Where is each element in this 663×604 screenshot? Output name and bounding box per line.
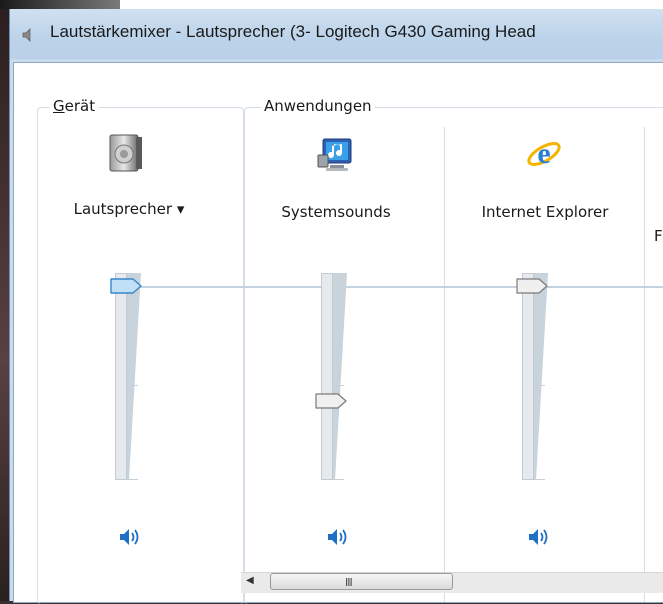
- internet-explorer-icon: e: [527, 137, 561, 170]
- partial-app-label: F: [654, 227, 663, 245]
- scroll-left-arrow-icon[interactable]: ◀: [246, 575, 254, 586]
- applications-group-label: Anwendungen: [261, 97, 375, 115]
- systemsounds-volume-thumb[interactable]: [314, 392, 348, 410]
- window-title: Lautstärkemixer - Lautsprecher (3- Logit…: [50, 22, 536, 41]
- device-name: Lautsprecher: [73, 200, 173, 218]
- device-group-label: Gerät: [50, 97, 99, 115]
- slider-tick: [334, 385, 344, 386]
- slider-tick: [334, 479, 344, 480]
- desktop-edge: [0, 0, 9, 601]
- volume-wedge: [534, 273, 548, 480]
- device-label-rest: erät: [64, 97, 96, 115]
- volume-mixer-window: Lautstärkemixer - Lautsprecher (3- Logit…: [9, 9, 663, 604]
- scrollbar-thumb[interactable]: [270, 573, 453, 590]
- slider-track: [522, 273, 534, 480]
- applications-group-box: [244, 107, 663, 604]
- slider-tick: [128, 385, 138, 386]
- column-divider: [644, 127, 645, 602]
- mixer-client-area: Gerät Anwendungen Lautsprecher ▾ Systems…: [13, 62, 663, 604]
- device-volume-thumb[interactable]: [109, 277, 143, 295]
- master-volume-line: [132, 286, 663, 288]
- internet-explorer-volume-thumb[interactable]: [515, 277, 549, 295]
- app-name-systemsounds: Systemsounds: [281, 203, 391, 221]
- device-volume-slider[interactable]: [110, 273, 158, 483]
- device-label-accesskey: G: [53, 97, 65, 115]
- volume-wedge: [127, 273, 141, 480]
- internet-explorer-volume-slider[interactable]: [516, 273, 565, 483]
- volume-wedge: [333, 273, 347, 480]
- systemsounds-mute-button[interactable]: [326, 527, 348, 547]
- title-bar[interactable]: Lautstärkemixer - Lautsprecher (3- Logit…: [10, 9, 663, 59]
- internet-explorer-mute-button[interactable]: [527, 527, 549, 547]
- system-sounds-icon: [317, 138, 352, 171]
- app-name-internet-explorer: Internet Explorer: [481, 203, 609, 221]
- slider-tick: [535, 385, 545, 386]
- column-divider: [444, 127, 445, 602]
- device-selector[interactable]: Lautsprecher ▾: [64, 200, 194, 218]
- device-mute-button[interactable]: [118, 527, 140, 547]
- slider-track: [321, 273, 333, 480]
- systemsounds-volume-slider[interactable]: [315, 273, 364, 483]
- speaker-device-icon: [109, 134, 142, 172]
- slider-track: [115, 273, 127, 480]
- slider-tick: [535, 479, 545, 480]
- scrollbar-grip: III: [345, 576, 353, 589]
- slider-tick: [128, 479, 138, 480]
- svg-text:e: e: [537, 137, 550, 170]
- chevron-down-icon: ▾: [176, 200, 185, 218]
- desktop-top-strip-dark: [0, 0, 120, 9]
- speaker-title-icon: [22, 28, 31, 42]
